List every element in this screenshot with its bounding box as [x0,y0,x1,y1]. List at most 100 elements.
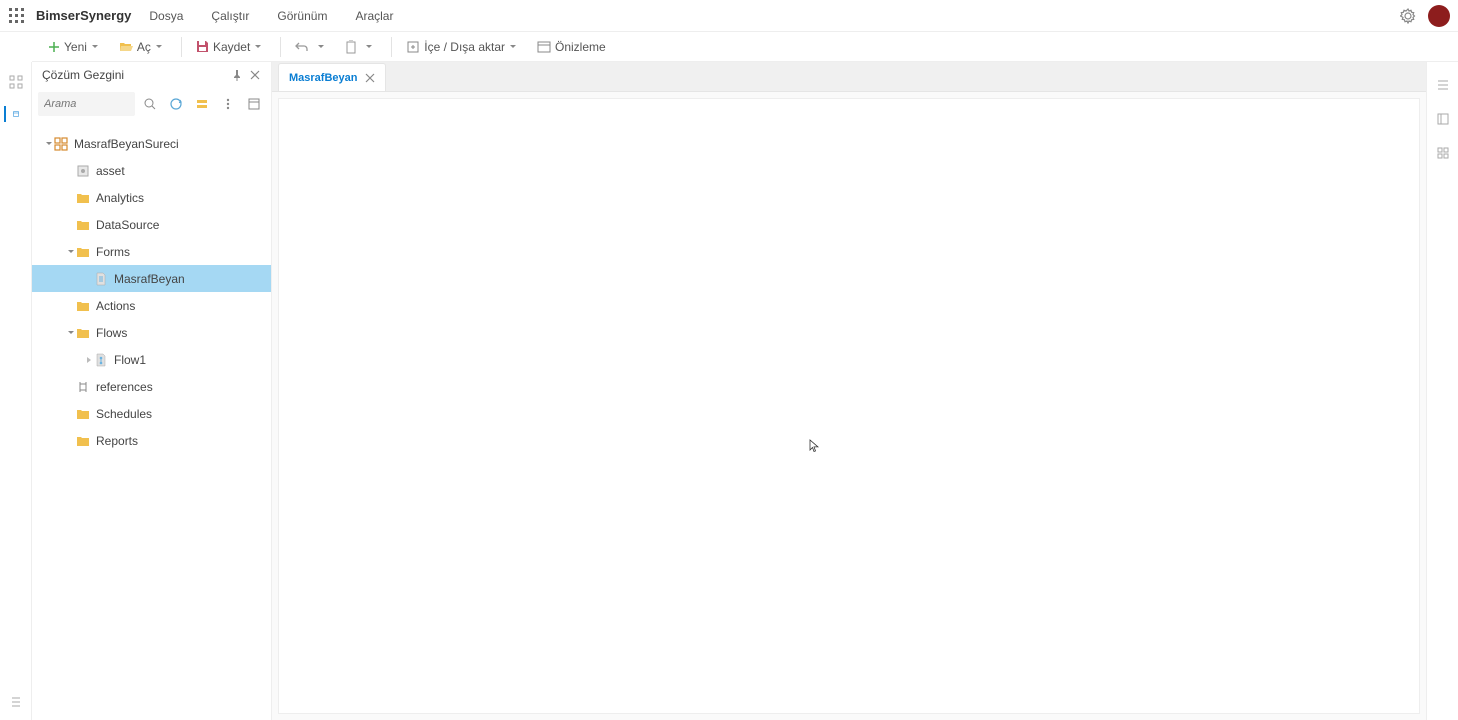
save-label: Kaydet [213,40,250,54]
explorer-title: Çözüm Gezgini [42,68,225,82]
tree-asset[interactable]: asset [32,157,271,184]
content-area: MasrafBeyan [272,62,1426,720]
refresh-icon [169,97,183,111]
rail-components-icon[interactable] [1436,146,1450,160]
preview-button[interactable]: Önizleme [529,37,614,57]
tree-flow1[interactable]: Flow1 [32,346,271,373]
tree-references[interactable]: references [32,373,271,400]
pin-icon[interactable] [231,69,243,81]
tree-analytics[interactable]: Analytics [32,184,271,211]
menu-tools[interactable]: Araçlar [355,9,393,23]
folder-icon [76,299,90,313]
rail-explorer-icon[interactable] [4,106,20,122]
rail-bottom-icon[interactable] [8,694,24,710]
tree-datasource-label: DataSource [96,218,159,232]
tree-reports-label: Reports [96,434,138,448]
open-button[interactable]: Aç [111,37,175,57]
tree-references-label: references [96,380,153,394]
project-icon [54,137,68,151]
import-export-label: İçe / Dışa aktar [424,40,505,54]
tree-flows[interactable]: Flows [32,319,271,346]
tree-schedules[interactable]: Schedules [32,400,271,427]
search-input-wrapper[interactable] [38,92,135,116]
paste-button[interactable] [337,37,385,57]
form-file-icon [94,272,108,286]
caret-down-icon [45,140,53,148]
solution-explorer: Çözüm Gezgini [32,62,272,720]
tree-analytics-label: Analytics [96,191,144,205]
tree-flows-label: Flows [96,326,127,340]
caret-right-icon [85,356,93,364]
chevron-down-icon [254,43,262,51]
apps-grid-icon[interactable] [8,7,26,25]
close-icon[interactable] [249,69,261,81]
search-button[interactable] [139,93,161,115]
explorer-search-row [32,88,271,120]
search-icon [143,97,157,111]
toolbar: Yeni Aç Kaydet İçe / Dışa aktar Önizleme [32,32,1458,62]
import-export-button[interactable]: İçe / Dışa aktar [398,37,529,57]
collapse-icon [195,97,209,111]
close-icon[interactable] [365,73,375,83]
plus-icon [48,41,60,53]
tree-form-masrafbeyan[interactable]: MasrafBeyan [32,265,271,292]
menu-run[interactable]: Çalıştır [211,9,249,23]
import-export-icon [406,40,420,54]
folder-icon [76,407,90,421]
menu-file[interactable]: Dosya [149,9,183,23]
settings-icon[interactable] [1400,8,1416,24]
chevron-down-icon [91,43,99,51]
tree-asset-label: asset [96,164,125,178]
main: Çözüm Gezgini [0,62,1458,720]
tree-root-label: MasrafBeyanSureci [74,137,179,151]
undo-button[interactable] [287,38,337,56]
open-label: Aç [137,40,151,54]
solution-tree: MasrafBeyanSureci asset Analytics DataSo… [32,120,271,720]
chevron-down-icon [365,43,373,51]
tab-masrafbeyan[interactable]: MasrafBeyan [278,63,386,91]
tree-actions-label: Actions [96,299,135,313]
tree-root[interactable]: MasrafBeyanSureci [32,130,271,157]
asset-icon [76,164,90,178]
explorer-header: Çözüm Gezgini [32,62,271,88]
chevron-down-icon [509,43,517,51]
user-avatar[interactable] [1428,5,1450,27]
tree-flow1-label: Flow1 [114,353,146,367]
tab-label: MasrafBeyan [289,72,357,84]
menu-view[interactable]: Görünüm [277,9,327,23]
clipboard-icon [345,40,357,54]
folder-icon [76,326,90,340]
chevron-down-icon [317,43,325,51]
new-button[interactable]: Yeni [40,37,111,57]
caret-down-icon [67,329,75,337]
save-button[interactable]: Kaydet [188,37,274,57]
separator [391,37,392,57]
references-icon [76,380,90,394]
panel-button[interactable] [243,93,265,115]
search-input[interactable] [44,98,129,110]
kebab-icon [221,97,235,111]
form-canvas[interactable] [278,98,1420,714]
editor-tabs: MasrafBeyan [272,62,1426,92]
more-button[interactable] [217,93,239,115]
tree-forms-label: Forms [96,245,130,259]
new-label: Yeni [64,40,87,54]
tree-reports[interactable]: Reports [32,427,271,454]
rail-layout-icon[interactable] [1436,78,1450,92]
folder-open-icon [119,41,133,53]
preview-icon [537,41,551,53]
collapse-button[interactable] [191,93,213,115]
rail-solution-icon[interactable] [8,74,24,90]
folder-icon [76,191,90,205]
separator [181,37,182,57]
right-rail [1426,62,1458,720]
preview-label: Önizleme [555,40,606,54]
tree-form-masrafbeyan-label: MasrafBeyan [114,272,185,286]
tree-forms[interactable]: Forms [32,238,271,265]
undo-icon [295,41,309,53]
tree-datasource[interactable]: DataSource [32,211,271,238]
tree-actions[interactable]: Actions [32,292,271,319]
rail-properties-icon[interactable] [1436,112,1450,126]
refresh-button[interactable] [165,93,187,115]
left-rail [0,62,32,720]
